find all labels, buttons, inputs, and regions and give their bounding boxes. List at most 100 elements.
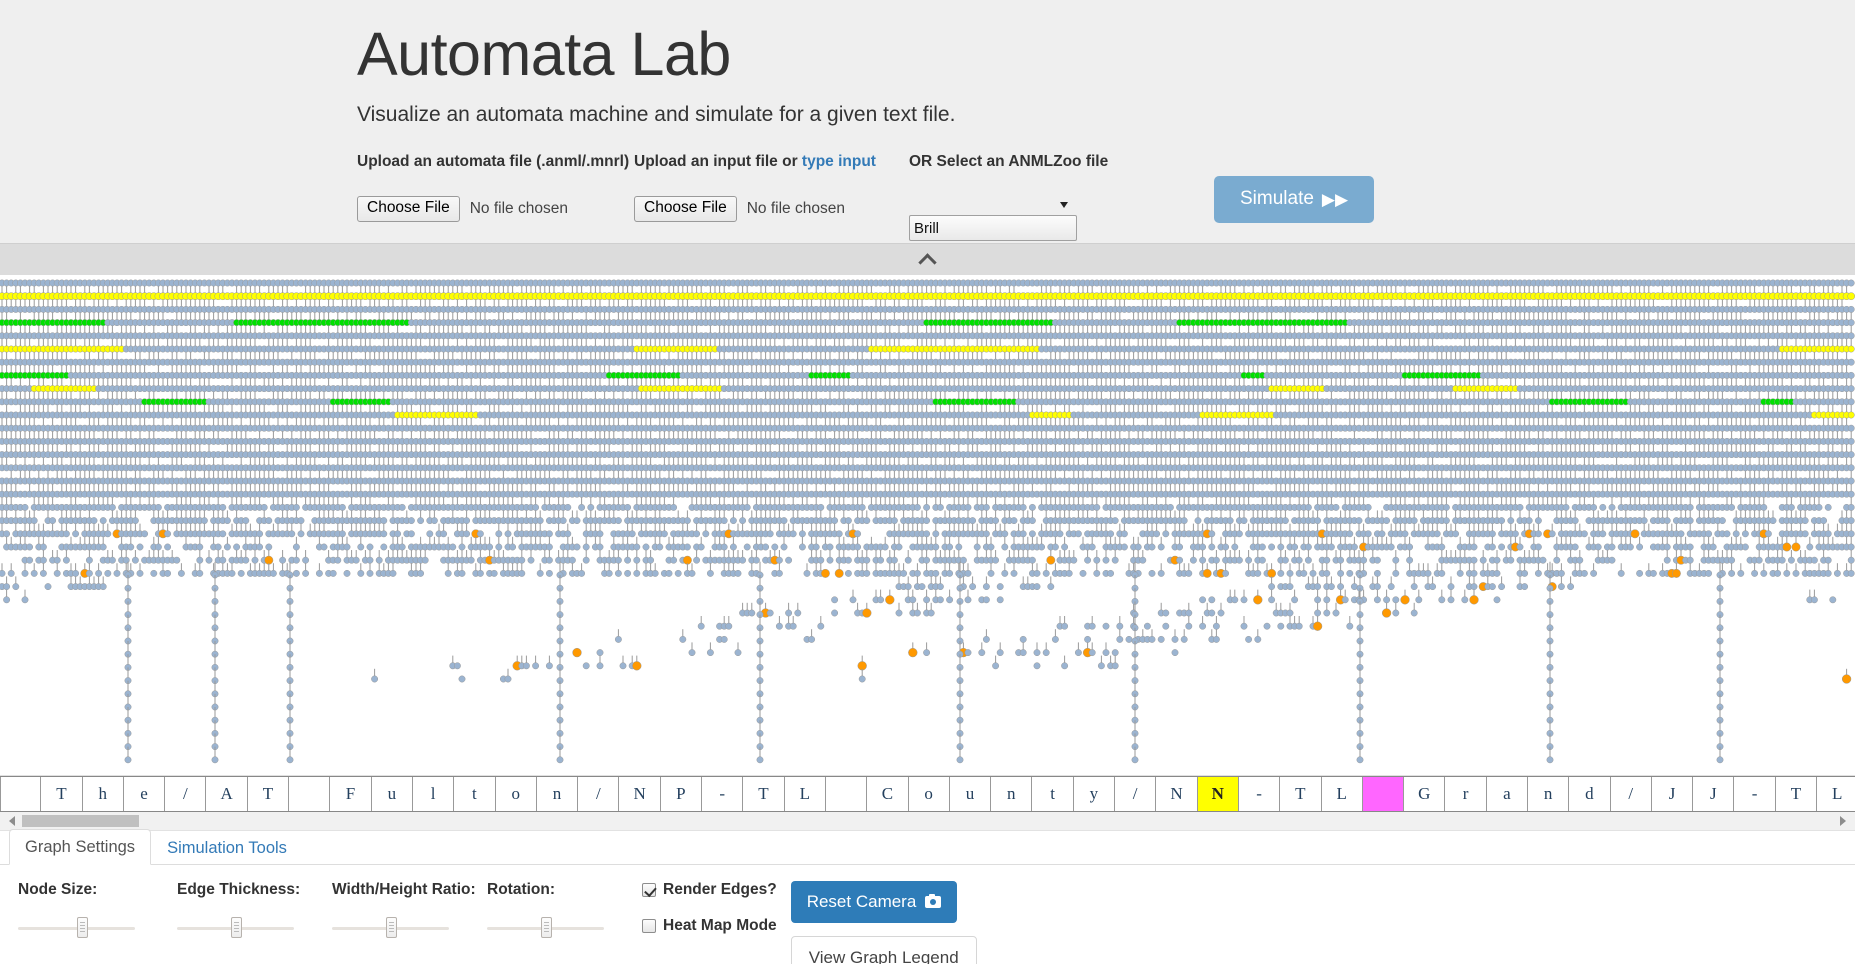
input-char-cell[interactable]: J xyxy=(1693,777,1735,811)
edge-thickness-slider-handle[interactable] xyxy=(230,917,242,938)
input-char-cell[interactable]: n xyxy=(536,777,579,811)
node-size-control: Node Size: xyxy=(0,881,155,938)
input-char-cell[interactable]: n xyxy=(1527,777,1570,811)
upload-controls-row: Upload an automata file (.anml/.mnrl) Ch… xyxy=(357,127,1855,242)
toggles-column: Render Edges? Heat Map Mode xyxy=(620,881,777,953)
camera-icon xyxy=(925,893,942,908)
input-upload-label: Upload an input file or type input xyxy=(634,153,909,171)
render-edges-row[interactable]: Render Edges? xyxy=(642,881,777,899)
input-choose-file-button[interactable]: Choose File xyxy=(634,196,737,222)
type-input-link[interactable]: type input xyxy=(802,153,876,170)
node-size-label: Node Size: xyxy=(18,881,98,898)
view-graph-legend-button[interactable]: View Graph Legend xyxy=(790,936,977,964)
input-char-cell[interactable]: o xyxy=(908,777,950,811)
input-char-cell[interactable]: T xyxy=(1280,777,1322,811)
input-char-cell[interactable]: / xyxy=(1115,777,1157,811)
edge-thickness-slider[interactable] xyxy=(177,917,294,938)
input-upload-group: Upload an input file or type input Choos… xyxy=(634,153,909,222)
input-file-row: Choose File No file chosen xyxy=(634,196,909,222)
rotation-slider[interactable] xyxy=(487,917,604,938)
input-char-cell[interactable]: r xyxy=(1445,777,1487,811)
anmlzoo-label: OR Select an ANMLZoo file xyxy=(909,153,1109,171)
rotation-slider-handle[interactable] xyxy=(540,917,552,938)
render-edges-checkbox[interactable] xyxy=(642,883,656,897)
edge-thickness-control: Edge Thickness: xyxy=(155,881,310,938)
input-char-cell[interactable]: d xyxy=(1569,777,1611,811)
input-char-cell[interactable]: G xyxy=(1404,777,1446,811)
graph-settings-body: Node Size: Edge Thickness: Width/Height … xyxy=(0,865,1855,964)
anmlzoo-group: OR Select an ANMLZoo file Brill xyxy=(909,153,1209,242)
input-char-cell[interactable]: n xyxy=(991,777,1033,811)
input-char-cell[interactable]: L xyxy=(1321,777,1363,811)
input-char-cell[interactable]: F xyxy=(330,777,372,811)
input-char-cell[interactable]: u xyxy=(949,777,992,811)
input-char-cell[interactable]: T xyxy=(743,777,785,811)
fast-forward-icon: ▶▶ xyxy=(1321,189,1349,209)
automata-choose-file-button[interactable]: Choose File xyxy=(357,196,460,222)
input-char-cell[interactable]: N xyxy=(1197,777,1239,811)
input-char-cell[interactable]: T xyxy=(41,777,83,811)
chevron-up-icon xyxy=(918,252,937,272)
width-height-ratio-label: Width/Height Ratio: xyxy=(332,881,476,898)
page-header: Automata Lab Visualize an automata machi… xyxy=(0,0,1855,243)
reset-camera-button[interactable]: Reset Camera xyxy=(790,881,958,923)
input-character-strip[interactable]: Th e / A T Fu l t o n / N P - T L Co u n t y / N N - T L Gr a n d / J J - T… xyxy=(0,776,1855,812)
tab-graph-settings[interactable]: Graph Settings xyxy=(9,829,152,865)
input-char-cell[interactable]: - xyxy=(1734,777,1776,811)
input-char-cell[interactable]: / xyxy=(578,777,620,811)
input-char-cell[interactable]: J xyxy=(1651,777,1694,811)
input-char-cell[interactable]: / xyxy=(1610,777,1652,811)
graph-svg[interactable] xyxy=(0,275,1855,775)
tab-simulation-tools[interactable]: Simulation Tools xyxy=(151,830,303,865)
input-char-cell[interactable]: T xyxy=(1775,777,1818,811)
input-char-cell[interactable]: / xyxy=(165,777,207,811)
input-char-cell[interactable]: t xyxy=(454,777,496,811)
input-char-cell[interactable] xyxy=(825,777,868,811)
simulate-button[interactable]: Simulate ▶▶ xyxy=(1214,176,1375,224)
input-char-cell[interactable] xyxy=(0,777,42,811)
input-char-cell[interactable]: N xyxy=(1156,777,1198,811)
input-char-cell[interactable]: - xyxy=(1238,777,1281,811)
width-height-ratio-slider-handle[interactable] xyxy=(385,917,397,938)
input-char-cell[interactable]: L xyxy=(784,777,826,811)
node-size-slider[interactable] xyxy=(18,917,135,938)
width-height-ratio-slider[interactable] xyxy=(332,917,449,938)
input-char-cell[interactable]: e xyxy=(123,777,166,811)
input-char-cell[interactable]: A xyxy=(206,777,248,811)
actions-column: Reset Camera View Graph Legend xyxy=(777,881,977,964)
input-char-cell[interactable]: P xyxy=(660,777,703,811)
node-size-slider-handle[interactable] xyxy=(77,917,89,938)
chevron-down-icon xyxy=(1060,202,1068,209)
scrollbar-thumb[interactable] xyxy=(22,815,139,827)
input-char-cell[interactable]: l xyxy=(412,777,455,811)
input-char-cell[interactable]: - xyxy=(702,777,744,811)
heat-map-mode-row[interactable]: Heat Map Mode xyxy=(642,917,777,935)
simulate-group: Simulate ▶▶ xyxy=(1209,153,1375,224)
input-char-cell[interactable] xyxy=(289,777,331,811)
input-char-cell[interactable]: C xyxy=(867,777,909,811)
settings-panel: Graph Settings Simulation Tools Node Size… xyxy=(0,829,1855,964)
anmlzoo-select[interactable]: Brill xyxy=(909,215,1077,242)
automata-upload-group: Upload an automata file (.anml/.mnrl) Ch… xyxy=(357,153,634,222)
input-char-cell[interactable] xyxy=(1362,777,1405,811)
input-char-cell[interactable]: y xyxy=(1073,777,1116,811)
rotation-control: Rotation: xyxy=(465,881,620,938)
input-char-cell[interactable]: h xyxy=(82,777,124,811)
automata-graph-canvas[interactable] xyxy=(0,275,1855,775)
input-char-cell[interactable]: T xyxy=(247,777,290,811)
automata-upload-label: Upload an automata file (.anml/.mnrl) xyxy=(357,153,630,171)
input-char-cell[interactable]: N xyxy=(619,777,661,811)
input-char-cell[interactable]: t xyxy=(1032,777,1074,811)
input-char-cell[interactable]: u xyxy=(371,777,413,811)
input-char-cell[interactable]: L xyxy=(1817,777,1855,811)
render-edges-label: Render Edges? xyxy=(663,881,777,898)
input-char-cell[interactable]: a xyxy=(1486,777,1528,811)
input-upload-label-text: Upload an input file or xyxy=(634,153,802,171)
input-char-cell[interactable]: o xyxy=(495,777,537,811)
input-strip-scrollbar[interactable] xyxy=(0,812,1855,831)
scroll-left-icon[interactable] xyxy=(9,816,15,826)
input-file-status: No file chosen xyxy=(746,199,845,217)
heat-map-mode-checkbox[interactable] xyxy=(642,919,656,933)
scroll-right-icon[interactable] xyxy=(1840,816,1846,826)
collapse-header-bar[interactable] xyxy=(0,243,1855,275)
